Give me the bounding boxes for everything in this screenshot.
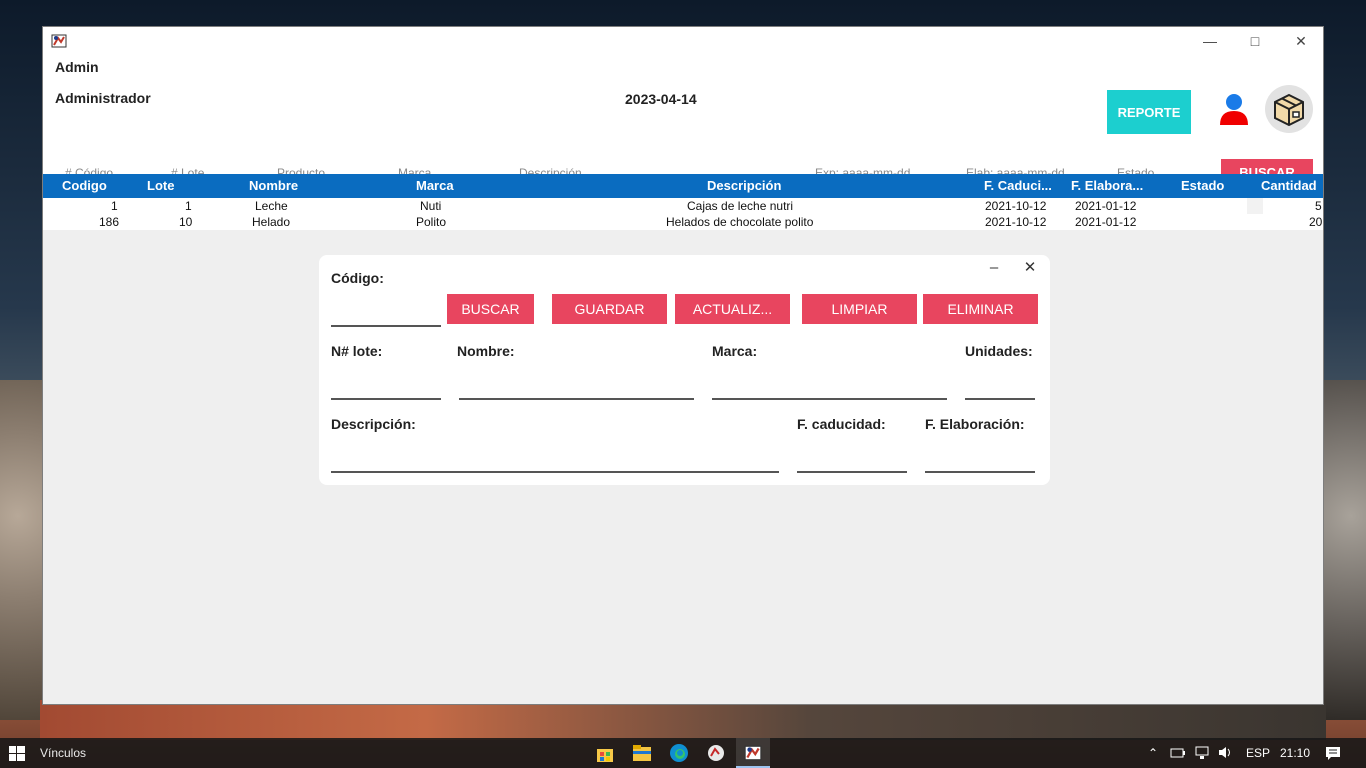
codigo-field[interactable] bbox=[331, 325, 441, 327]
caducidad-field[interactable] bbox=[797, 471, 907, 473]
user-icon[interactable] bbox=[1219, 93, 1249, 125]
user-role: Administrador bbox=[55, 90, 151, 106]
unidades-label: Unidades: bbox=[965, 343, 1033, 359]
table-row[interactable]: 186 10 Helado Polito Helados de chocolat… bbox=[43, 214, 1323, 230]
dialog-search-button[interactable]: BUSCAR bbox=[447, 294, 534, 324]
cell-marca: Nuti bbox=[420, 199, 442, 213]
maximize-button[interactable]: □ bbox=[1244, 31, 1266, 51]
cell-lote: 1 bbox=[185, 199, 192, 213]
clear-button[interactable]: LIMPIAR bbox=[802, 294, 917, 324]
notifications-icon[interactable] bbox=[1325, 745, 1341, 761]
cell-cantidad: 5 bbox=[1315, 199, 1322, 213]
report-button[interactable]: REPORTE bbox=[1107, 90, 1191, 134]
elaboracion-field[interactable] bbox=[925, 471, 1035, 473]
cell-caducidad: 2021-10-12 bbox=[985, 215, 1047, 229]
cell-marca: Polito bbox=[416, 215, 447, 229]
user-name: Admin bbox=[55, 59, 99, 75]
column-header[interactable]: F. Elabora... bbox=[1071, 178, 1153, 193]
cell-nombre: Leche bbox=[255, 199, 288, 213]
update-button[interactable]: ACTUALIZ... bbox=[675, 294, 790, 324]
column-header[interactable]: Lote bbox=[147, 178, 207, 193]
file-explorer-icon[interactable] bbox=[630, 741, 654, 765]
column-header[interactable]: Estado bbox=[1181, 178, 1241, 193]
clock[interactable]: 21:10 bbox=[1280, 746, 1310, 760]
taskbar: Vínculos ⌃ ESP 21:10 bbox=[0, 738, 1366, 768]
inventory-app-icon bbox=[744, 745, 762, 761]
column-header[interactable]: Descripción bbox=[707, 178, 827, 193]
running-app-indicator[interactable] bbox=[736, 738, 770, 768]
cell-caducidad: 2021-10-12 bbox=[985, 199, 1047, 213]
marca-field[interactable] bbox=[712, 398, 947, 400]
cell-elaboracion: 2021-01-12 bbox=[1075, 215, 1137, 229]
cell-descripcion: Cajas de leche nutri bbox=[687, 199, 794, 213]
store-icon[interactable] bbox=[593, 741, 617, 765]
cell-elaboracion: 2021-01-12 bbox=[1075, 199, 1137, 213]
current-date: 2023-04-14 bbox=[625, 91, 697, 107]
lote-label: N# lote: bbox=[331, 343, 383, 359]
app-icon bbox=[51, 34, 67, 48]
dialog-close-button[interactable]: ✕ bbox=[1021, 259, 1039, 277]
marca-label: Marca: bbox=[712, 343, 758, 359]
product-dialog: – ✕ Código: BUSCAR GUARDAR ACTUALIZ... L… bbox=[319, 255, 1050, 485]
desktop-ground bbox=[40, 700, 1326, 740]
app-circle-icon[interactable] bbox=[704, 741, 728, 765]
unidades-field[interactable] bbox=[965, 398, 1035, 400]
lote-field[interactable] bbox=[331, 398, 441, 400]
elaboracion-label: F. Elaboración: bbox=[925, 416, 1025, 432]
column-header[interactable]: Nombre bbox=[249, 178, 349, 193]
nombre-field[interactable] bbox=[459, 398, 694, 400]
cell-codigo: 1 bbox=[111, 199, 118, 213]
cell-descripcion: Helados de chocolate polito bbox=[666, 215, 814, 229]
column-header[interactable]: F. Caduci... bbox=[984, 178, 1066, 193]
descripcion-label: Descripción: bbox=[331, 416, 416, 432]
column-header[interactable]: Marca bbox=[416, 178, 496, 193]
links-toolbar[interactable]: Vínculos bbox=[40, 746, 86, 760]
table-row[interactable]: 1 1 Leche Nuti Cajas de leche nutri 2021… bbox=[43, 198, 1323, 214]
dialog-minimize-button[interactable]: – bbox=[985, 259, 1003, 277]
cell-lote: 10 bbox=[179, 215, 193, 229]
chevron-up-icon[interactable]: ⌃ bbox=[1148, 746, 1158, 760]
descripcion-field[interactable] bbox=[331, 471, 779, 473]
cell-nombre: Helado bbox=[252, 215, 291, 229]
battery-icon[interactable] bbox=[1170, 746, 1186, 760]
column-header[interactable]: Codigo bbox=[62, 178, 142, 193]
network-icon[interactable] bbox=[1194, 745, 1210, 760]
title-bar: — □ ✕ bbox=[43, 27, 1323, 55]
save-button[interactable]: GUARDAR bbox=[552, 294, 667, 324]
edge-browser-icon[interactable] bbox=[667, 741, 691, 765]
column-header[interactable]: Cantidad bbox=[1261, 178, 1323, 193]
cell-codigo: 186 bbox=[99, 215, 120, 229]
inventory-window: — □ ✕ Admin Administrador 2023-04-14 REP… bbox=[42, 26, 1324, 705]
row-gap bbox=[1247, 198, 1263, 214]
caducidad-label: F. caducidad: bbox=[797, 416, 886, 432]
minimize-button[interactable]: — bbox=[1199, 31, 1221, 51]
close-button[interactable]: ✕ bbox=[1290, 31, 1312, 51]
delete-button[interactable]: ELIMINAR bbox=[923, 294, 1038, 324]
nombre-label: Nombre: bbox=[457, 343, 515, 359]
table-header: Codigo Lote Nombre Marca Descripción F. … bbox=[43, 174, 1323, 198]
windows-start-icon[interactable] bbox=[9, 746, 25, 761]
codigo-label: Código: bbox=[331, 270, 384, 286]
package-icon[interactable] bbox=[1265, 85, 1313, 133]
volume-icon[interactable] bbox=[1217, 745, 1233, 760]
cell-cantidad: 20 bbox=[1309, 215, 1323, 229]
language-indicator[interactable]: ESP bbox=[1246, 746, 1270, 760]
